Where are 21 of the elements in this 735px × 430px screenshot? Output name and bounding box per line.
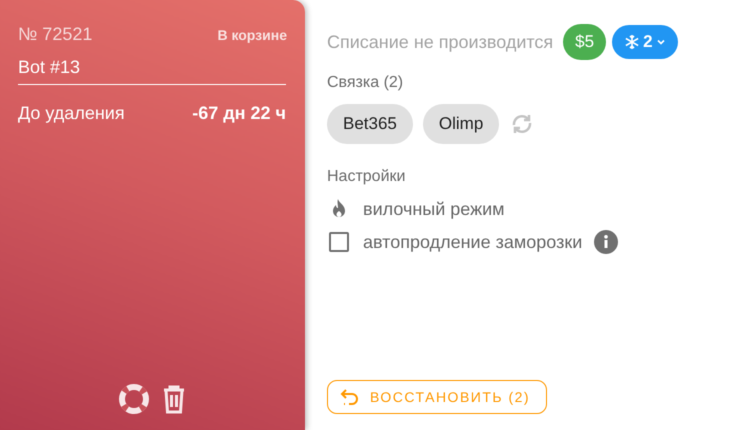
freeze-button[interactable]: 2 — [612, 25, 678, 59]
lifebuoy-icon[interactable] — [118, 384, 148, 414]
bundle-title: Связка (2) — [327, 74, 404, 92]
bot-number: № 72521 — [18, 24, 92, 45]
setting-label: вилочный режим — [363, 198, 505, 220]
setting-label: автопродление заморозки — [363, 232, 582, 252]
bot-name: Bot #13 — [18, 45, 286, 85]
undo-icon — [340, 387, 360, 407]
countdown-value: -67 дн 22 ч — [192, 103, 286, 124]
billing-status: Списание не производится — [327, 32, 554, 52]
bookmaker-chip: Olimp — [422, 104, 500, 144]
chevron-down-icon — [656, 37, 666, 47]
bot-status: В корзине — [217, 26, 287, 42]
price-badge: $5 — [563, 24, 606, 60]
checkbox[interactable] — [329, 232, 349, 252]
info-icon[interactable] — [594, 230, 618, 254]
snowflake-icon — [624, 34, 640, 50]
bookmaker-chip: Bet365 — [327, 104, 413, 144]
countdown-label: До удаления — [18, 103, 125, 124]
settings-title: Настройки — [327, 168, 406, 186]
restore-button[interactable]: ВОССТАНОВИТЬ (2) — [327, 380, 548, 414]
